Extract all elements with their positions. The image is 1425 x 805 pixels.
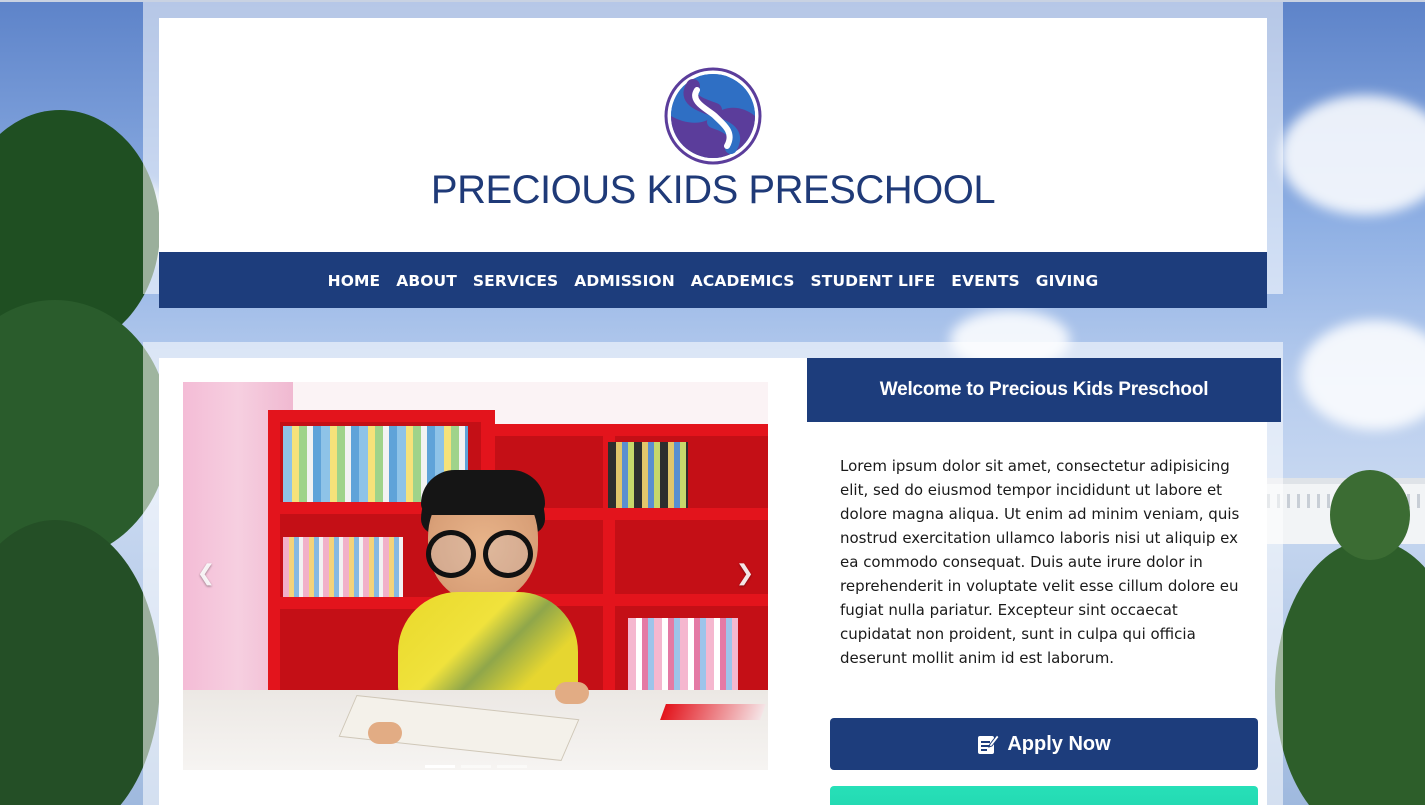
nav-item-home[interactable]: HOME bbox=[328, 271, 381, 290]
nav-item-events[interactable]: EVENTS bbox=[951, 271, 1019, 290]
school-logo-icon[interactable] bbox=[663, 66, 763, 166]
nav-item-giving[interactable]: GIVING bbox=[1036, 271, 1099, 290]
apply-now-label: Apply Now bbox=[1007, 732, 1111, 755]
main-nav: HOME ABOUT SERVICES ADMISSION ACADEMICS … bbox=[159, 252, 1267, 308]
carousel-indicator[interactable] bbox=[496, 765, 527, 768]
welcome-heading: Welcome to Precious Kids Preschool bbox=[807, 358, 1281, 422]
image-carousel[interactable]: ❮ ❯ bbox=[183, 382, 768, 770]
site-header: PRECIOUS KIDS PRESCHOOL bbox=[159, 18, 1267, 252]
chevron-left-icon: ❮ bbox=[196, 560, 216, 585]
school-name: PRECIOUS KIDS PRESCHOOL bbox=[430, 168, 996, 212]
carousel-next-button[interactable]: ❯ bbox=[730, 558, 760, 588]
edit-icon bbox=[978, 734, 1000, 754]
carousel-indicator[interactable] bbox=[460, 765, 491, 768]
carousel-indicator[interactable] bbox=[424, 765, 455, 768]
welcome-text: Lorem ipsum dolor sit amet, consectetur … bbox=[840, 457, 1240, 667]
carousel-prev-button[interactable]: ❮ bbox=[191, 558, 221, 588]
nav-item-admission[interactable]: ADMISSION bbox=[574, 271, 675, 290]
apply-now-button[interactable]: Apply Now bbox=[830, 718, 1258, 770]
visit-button[interactable] bbox=[830, 786, 1258, 805]
nav-item-services[interactable]: SERVICES bbox=[473, 271, 558, 290]
nav-item-about[interactable]: ABOUT bbox=[396, 271, 457, 290]
nav-item-student-life[interactable]: STUDENT LIFE bbox=[811, 271, 936, 290]
chevron-right-icon: ❯ bbox=[735, 560, 755, 585]
nav-item-academics[interactable]: ACADEMICS bbox=[691, 271, 795, 290]
carousel-indicators bbox=[183, 765, 768, 768]
